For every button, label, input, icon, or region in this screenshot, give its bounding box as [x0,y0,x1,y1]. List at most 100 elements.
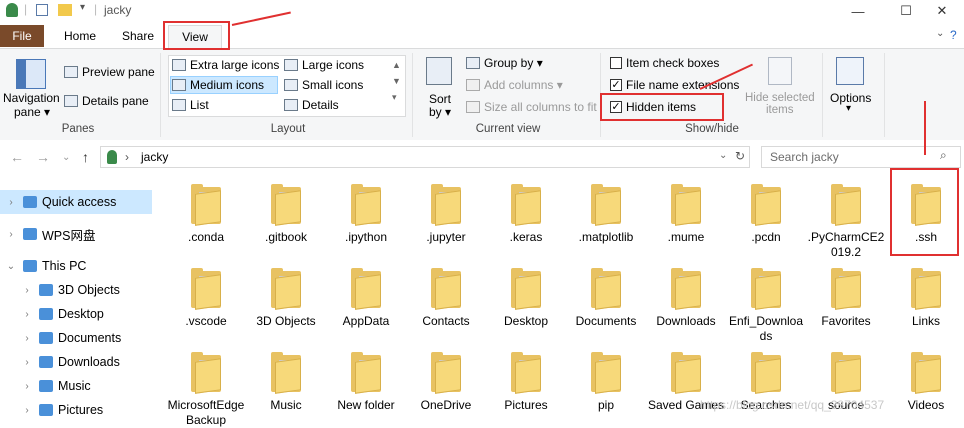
expand-chevron-icon[interactable]: › [20,357,34,368]
back-arrow-icon[interactable]: ← [10,149,24,165]
sidebar-item-pictures[interactable]: › Pictures [0,398,152,422]
layout-details[interactable]: Details [284,98,339,112]
folder-item[interactable]: Links [886,268,964,329]
hide-selected-label[interactable]: Hide selected [745,92,815,104]
size-columns-button[interactable]: Size all columns to fit [466,100,597,114]
sidebar-item-3d-objects[interactable]: › 3D Objects [0,278,152,302]
options-dropdown[interactable]: ▾ [846,103,851,114]
layout-medium-icons[interactable]: Medium icons [172,78,264,92]
close-button[interactable]: ✕ [920,0,964,22]
layout-scroll-icon[interactable]: ▲ ▼ ▾ [392,57,401,105]
expand-chevron-icon[interactable]: › [20,333,34,344]
folder-item[interactable]: Videos [886,352,964,413]
folder-item[interactable]: Contacts [406,268,486,329]
breadcrumb-chevron-icon[interactable]: › [125,150,129,164]
new-folder-icon[interactable] [58,4,72,16]
folder-label: .conda [187,230,225,244]
address-bar[interactable]: › jacky ⌄ ↻ [100,146,750,168]
folder-item[interactable]: .matplotlib [566,184,646,245]
properties-icon[interactable] [36,4,48,16]
search-icon[interactable]: ⌕ [940,148,947,163]
hide-selected-label-2[interactable]: items [766,104,793,116]
folder-item[interactable]: .vscode [166,268,246,329]
folder-label: .PyCharmCE2019.2 [807,230,885,259]
quick-access-toolbar-dropdown-icon[interactable]: ▾ [80,2,85,13]
tab-home[interactable]: Home [56,25,104,47]
details-pane-label: Details pane [82,94,149,108]
annotation-box-view-tab [163,21,230,50]
folder-item[interactable]: Downloads [646,268,726,329]
layout-extra-large-icons[interactable]: Extra large icons [172,58,279,72]
folder-item[interactable]: .PyCharmCE2019.2 [806,184,886,260]
up-arrow-icon[interactable]: ↑ [82,149,89,165]
sidebar-item-music[interactable]: › Music [0,374,152,398]
folder-item[interactable]: Desktop [486,268,566,329]
folder-item[interactable]: Pictures [486,352,566,413]
expand-ribbon-icon[interactable]: ⌄ [936,28,944,39]
sort-by-label[interactable]: Sort [429,92,451,106]
window-title: jacky [104,3,132,17]
breadcrumb-current[interactable]: jacky [141,150,168,164]
list-icon [172,99,186,111]
folder-item[interactable]: 3D Objects [246,268,326,329]
expand-chevron-icon[interactable]: › [4,229,18,240]
add-columns-icon [466,79,480,91]
tab-share[interactable]: Share [116,25,160,47]
folder-item[interactable]: AppData [326,268,406,329]
expand-chevron-icon[interactable]: ⌄ [4,261,18,272]
expand-chevron-icon[interactable]: › [20,405,34,416]
folder-item[interactable]: Enfi_Downloads [726,268,806,344]
navigation-pane-icon[interactable] [16,59,46,89]
expand-chevron-icon[interactable]: › [4,197,18,208]
folder-item[interactable]: pip [566,352,646,413]
folder-item[interactable]: .conda [166,184,246,245]
folder-item[interactable]: .jupyter [406,184,486,245]
folder-item[interactable]: Documents [566,268,646,329]
sidebar-item-downloads[interactable]: › Downloads [0,350,152,374]
layout-list[interactable]: List [172,98,209,112]
navigation-pane-dropdown[interactable]: pane ▾ [14,105,50,119]
navigation-pane-label[interactable]: Navigation [3,91,60,105]
sidebar-item-quick-access[interactable]: › Quick access [0,190,152,214]
recent-locations-icon[interactable]: ⌄ [62,152,70,163]
details-pane-button[interactable]: Details pane [64,94,149,108]
file-name-extensions-checkbox[interactable]: ✓ [610,79,622,91]
address-dropdown-icon[interactable]: ⌄ [719,150,727,161]
folder-item[interactable]: .keras [486,184,566,245]
folder-item[interactable]: New folder [326,352,406,413]
preview-pane-button[interactable]: Preview pane [64,65,155,79]
extra-large-icons-icon [172,59,186,71]
folder-item[interactable]: .pcdn [726,184,806,245]
sort-by-dropdown[interactable]: by ▾ [429,105,451,119]
folder-item[interactable]: MicrosoftEdgeBackup [166,352,246,428]
folder-label: New folder [337,398,395,412]
folder-item[interactable]: .mume [646,184,726,245]
options-icon[interactable] [836,57,864,85]
layout-small-icons[interactable]: Small icons [284,78,363,92]
sidebar-item-documents[interactable]: › Documents [0,326,152,350]
refresh-icon[interactable]: ↻ [735,149,745,163]
layout-large-icons[interactable]: Large icons [284,58,364,72]
folder-item[interactable]: Music [246,352,326,413]
forward-arrow-icon[interactable]: → [36,149,50,165]
sidebar-item-wps-[interactable]: › WPS网盘 [0,222,152,246]
sort-by-icon[interactable] [426,57,452,85]
folder-item[interactable]: .gitbook [246,184,326,245]
minimize-button[interactable]: — [836,0,880,22]
help-icon[interactable]: ? [950,28,957,42]
group-by-button[interactable]: Group by ▾ [466,56,543,70]
folder-item[interactable]: Favorites [806,268,886,329]
expand-chevron-icon[interactable]: › [20,285,34,296]
add-columns-button[interactable]: Add columns ▾ [466,78,563,92]
sidebar-item-desktop[interactable]: › Desktop [0,302,152,326]
folder-item[interactable]: OneDrive [406,352,486,413]
sidebar-item-this-pc[interactable]: ⌄ This PC [0,254,152,278]
search-input[interactable]: Search jacky [761,146,961,168]
expand-chevron-icon[interactable]: › [20,309,34,320]
expand-chevron-icon[interactable]: › [20,381,34,392]
tab-file[interactable]: File [0,25,44,47]
item-check-boxes-checkbox[interactable] [610,57,622,69]
folder-item[interactable]: .ipython [326,184,406,245]
item-check-boxes-option[interactable]: Item check boxes [610,56,719,70]
hide-selected-items-icon[interactable] [768,57,792,85]
